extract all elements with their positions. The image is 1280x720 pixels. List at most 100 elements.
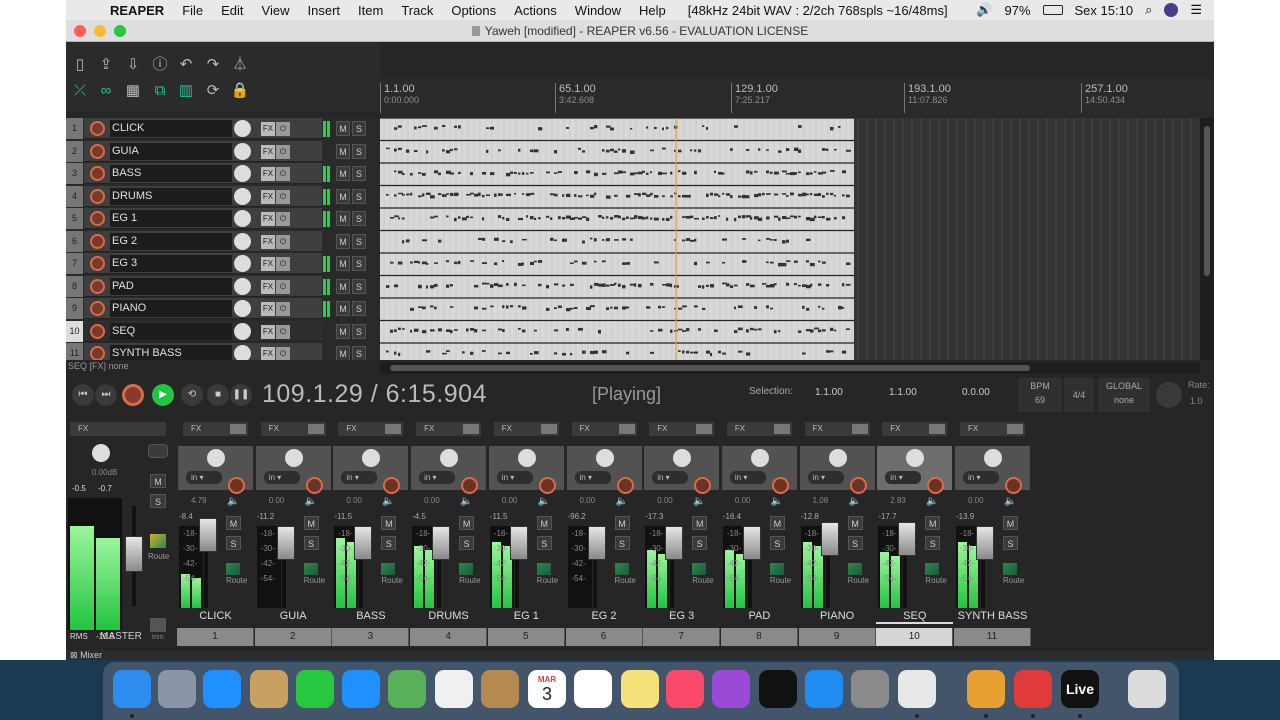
lock-icon[interactable]: 🔒 — [230, 81, 250, 101]
track-name[interactable]: SYNTH BASS — [110, 345, 232, 360]
fx-slot[interactable]: FX — [260, 422, 326, 436]
master-mono-button[interactable] — [148, 444, 168, 458]
pan-knob[interactable] — [362, 449, 381, 467]
record-arm-button[interactable] — [90, 346, 105, 360]
track-name[interactable]: DRUMS — [110, 187, 232, 205]
record-arm-button[interactable] — [90, 188, 105, 204]
strip-number[interactable]: 8 — [720, 628, 798, 646]
speaker-icon[interactable]: 🔈 — [616, 496, 628, 507]
mute-button[interactable]: M — [1003, 516, 1018, 530]
record-arm-button[interactable] — [616, 477, 634, 494]
bpm-box[interactable]: BPM 69 — [1018, 378, 1062, 412]
volume-fader[interactable] — [509, 526, 528, 560]
track-fx-button[interactable]: FX — [261, 189, 275, 204]
input-selector[interactable]: in ▾ — [419, 471, 456, 484]
track-number[interactable]: 11 — [66, 343, 83, 360]
track-fx-button[interactable]: FX — [261, 234, 275, 249]
pause-button[interactable]: ❚❚ — [230, 384, 252, 406]
repeat-button[interactable]: ⟲ — [181, 384, 203, 406]
fx-power-icon[interactable] — [851, 424, 868, 434]
strip-number[interactable]: 7 — [643, 628, 721, 646]
strip-name[interactable]: EG 3 — [643, 608, 720, 624]
track-number[interactable]: 2 — [66, 140, 83, 162]
track-row[interactable]: 4 DRUMS FX ⏻ M S — [66, 185, 380, 208]
track-panel[interactable]: CLICK FX ⏻ — [84, 118, 322, 139]
route-button[interactable]: Route — [692, 563, 714, 585]
pan-knob[interactable] — [284, 449, 303, 467]
strip-name[interactable]: SEQ — [876, 608, 954, 624]
record-arm-button[interactable] — [90, 301, 105, 316]
strip-number[interactable]: 2 — [254, 628, 332, 646]
project-settings-icon[interactable]: ⓘ — [150, 55, 170, 75]
track-solo-button[interactable]: S — [352, 166, 366, 181]
track-number[interactable]: 9 — [66, 298, 83, 319]
route-button[interactable]: Route — [459, 563, 480, 585]
track-solo-button[interactable]: S — [352, 323, 366, 339]
fx-bypass-icon[interactable]: ⏻ — [276, 257, 290, 271]
speaker-icon[interactable]: 🔈 — [538, 496, 550, 507]
speaker-icon[interactable]: 🔈 — [382, 496, 394, 507]
dock-tv-icon[interactable] — [759, 670, 797, 708]
record-arm-button[interactable] — [90, 233, 105, 249]
menu-view[interactable]: View — [262, 3, 290, 18]
dock-messages-icon[interactable] — [342, 670, 380, 708]
mute-button[interactable]: M — [769, 516, 785, 530]
input-selector[interactable]: in ▾ — [885, 471, 922, 484]
clock[interactable]: Sex 15:10 — [1075, 3, 1134, 18]
strip-number[interactable]: 4 — [410, 628, 488, 646]
app-menu[interactable]: REAPER — [110, 3, 164, 18]
solo-button[interactable]: S — [769, 536, 785, 550]
mute-button[interactable]: M — [614, 516, 630, 530]
track-name[interactable]: EG 2 — [110, 232, 232, 250]
track-fx-button[interactable]: FX — [261, 144, 275, 159]
track-row[interactable]: 5 EG 1 FX ⏻ M S — [66, 208, 380, 230]
track-mute-button[interactable]: M — [336, 143, 350, 159]
record-arm-button[interactable] — [849, 477, 867, 494]
master-mute-button[interactable]: M — [150, 474, 166, 488]
track-row[interactable]: 1 CLICK FX ⏻ M S — [66, 118, 380, 140]
track-volume-knob[interactable] — [234, 277, 251, 295]
play-button[interactable]: ▶ — [152, 384, 174, 406]
strip-name[interactable]: PAD — [721, 608, 798, 624]
track-mute-button[interactable]: M — [336, 233, 350, 249]
fx-bypass-icon[interactable]: ⏻ — [276, 324, 290, 339]
record-arm-button[interactable] — [461, 477, 479, 494]
dock-trash-icon[interactable] — [1128, 670, 1166, 708]
grid-icon[interactable]: ▦ — [123, 81, 143, 101]
track-solo-button[interactable]: S — [352, 211, 366, 226]
dock-photos-icon[interactable] — [435, 670, 473, 708]
fx-power-icon[interactable] — [307, 424, 324, 434]
track-row[interactable]: 7 EG 3 FX ⏻ M S — [66, 253, 380, 275]
rate-knob[interactable] — [1156, 382, 1182, 408]
track-number[interactable]: 4 — [66, 185, 83, 207]
horizontal-scroll-thumb[interactable] — [390, 365, 1030, 371]
horizontal-scrollbar[interactable] — [380, 362, 1200, 374]
dock-preview-icon[interactable] — [250, 670, 288, 708]
zoom-button[interactable] — [114, 25, 126, 37]
route-button[interactable]: Route — [769, 563, 791, 585]
track-row[interactable]: 9 PIANO FX ⏻ M S — [66, 298, 380, 320]
track-number[interactable]: 5 — [66, 208, 83, 229]
battery-icon[interactable] — [1042, 5, 1063, 15]
battery-percent[interactable]: 97% — [1004, 3, 1030, 18]
track-solo-button[interactable]: S — [352, 301, 366, 316]
track-volume-knob[interactable] — [234, 300, 251, 317]
menu-options[interactable]: Options — [451, 3, 496, 18]
track-solo-button[interactable]: S — [352, 233, 366, 249]
minimize-button[interactable] — [94, 25, 106, 37]
docker-close-icon[interactable]: ⊠ — [70, 650, 78, 660]
track-name[interactable]: SEQ — [110, 322, 232, 340]
track-volume-knob[interactable] — [234, 187, 251, 205]
auto-crossfade-icon[interactable]: ⤫ — [70, 81, 90, 101]
dock-contacts-icon[interactable] — [481, 670, 519, 708]
solo-button[interactable]: S — [226, 536, 241, 550]
pan-knob[interactable] — [207, 449, 225, 467]
record-arm-button[interactable] — [90, 278, 105, 294]
volume-fader[interactable] — [432, 526, 451, 560]
solo-button[interactable]: S — [459, 536, 475, 550]
strip-number[interactable]: 10 — [876, 628, 954, 646]
track-volume-knob[interactable] — [234, 165, 251, 182]
track-name[interactable]: EG 1 — [110, 210, 232, 227]
menu-item[interactable]: Item — [358, 3, 383, 18]
track-fx-button[interactable]: FX — [261, 212, 275, 226]
